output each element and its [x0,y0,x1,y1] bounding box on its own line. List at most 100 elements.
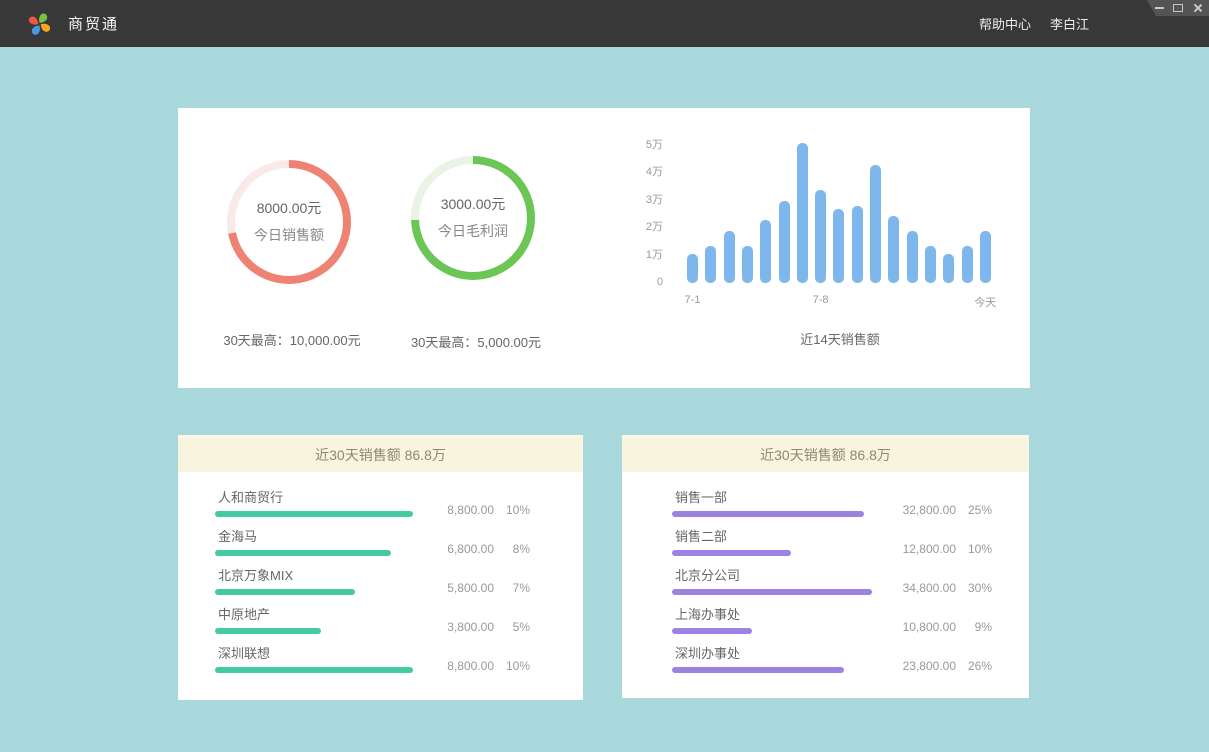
rank-row: 人和商贸行8,800.0010% [215,489,530,528]
sales-bar [724,231,735,283]
window-controls [1147,0,1209,16]
y-axis-label: 5万 [623,138,663,152]
rank-row: 深圳联想8,800.0010% [215,645,530,684]
rank-row: 北京分公司34,800.0030% [672,567,992,606]
today-sales-value: 8000.00元 [257,195,322,222]
rank-row-percent: 10% [956,542,992,556]
rank-row-values: 10,800.009% [884,620,992,634]
rank-row-values: 6,800.008% [422,542,530,556]
rank-row-amount: 10,800.00 [884,620,956,634]
rank-row-bar [672,667,844,673]
rank-row-percent: 30% [956,581,992,595]
rank-row-bar [215,667,413,673]
rank-row-percent: 25% [956,503,992,517]
y-axis-label: 3万 [623,193,663,207]
department-sales-rank-card: 近30天销售额 86.8万 销售一部32,800.0025%销售二部12,800… [622,435,1029,698]
sales-30day-max: 30天最高：10,000.00元 [192,330,392,349]
rank-row-values: 8,800.0010% [422,659,530,673]
rank-row: 销售二部12,800.0010% [672,528,992,567]
rank-row-values: 32,800.0025% [884,503,992,517]
sales-bar [870,165,881,283]
sales-bar [907,231,918,283]
y-axis-label: 4万 [623,165,663,179]
today-profit-donut-chart: 3000.00元 今日毛利润 [411,156,535,280]
close-icon[interactable] [1192,3,1202,13]
sales-bar [833,209,844,283]
today-sales-label: 今日销售额 [254,222,324,249]
rank-row: 金海马6,800.008% [215,528,530,567]
rank-row-values: 5,800.007% [422,581,530,595]
rank-row-values: 8,800.0010% [422,503,530,517]
sales-bar [962,246,973,283]
rank-row: 中原地产3,800.005% [215,606,530,645]
today-sales-donut-chart: 8000.00元 今日销售额 [227,160,351,284]
rank-row-percent: 5% [494,620,530,634]
titlebar-links: 帮助中心 李白江 [979,0,1089,47]
sales-bar [687,254,698,283]
pinwheel-logo-icon [26,10,53,37]
rank-row-bar [672,589,872,595]
sales-bar [852,206,863,283]
rank-row-bar [672,628,752,634]
sales-bar [797,143,808,283]
rank-row-percent: 10% [494,503,530,517]
x-axis-label: 7-8 [791,294,851,306]
rank-row: 上海办事处10,800.009% [672,606,992,645]
donut-center-text: 8000.00元 今日销售额 [227,160,351,284]
sales-bar [760,220,771,283]
rank-row-bar [215,511,413,517]
y-axis-label: 0 [623,275,663,289]
rank-row: 深圳办事处23,800.0026% [672,645,992,684]
rank-row-percent: 8% [494,542,530,556]
rank-row-values: 3,800.005% [422,620,530,634]
sales-bar [779,201,790,283]
profit-30day-max: 30天最高：5,000.00元 [376,332,576,351]
sales-bar [815,190,826,283]
rank-row-amount: 12,800.00 [884,542,956,556]
maximize-icon[interactable] [1173,4,1183,12]
sales-bar-chart [687,136,993,283]
sales-bar [980,231,991,283]
rank-row-values: 12,800.0010% [884,542,992,556]
rank-row-percent: 26% [956,659,992,673]
rank-row-bar [215,550,391,556]
today-profit-value: 3000.00元 [441,191,506,218]
help-center-link[interactable]: 帮助中心 [979,14,1031,33]
x-axis-label: 今天 [955,294,1015,310]
card-body: 销售一部32,800.0025%销售二部12,800.0010%北京分公司34,… [622,472,1029,684]
bar-chart-title: 近14天销售额 [687,329,993,348]
rank-row-values: 23,800.0026% [884,659,992,673]
customer-sales-rank-card: 近30天销售额 86.8万 人和商贸行8,800.0010%金海马6,800.0… [178,435,583,700]
rank-row-bar [672,511,864,517]
username-link[interactable]: 李白江 [1050,14,1089,33]
rank-row-amount: 8,800.00 [422,659,494,673]
x-axis-label: 7-1 [663,294,723,306]
rank-row-percent: 10% [494,659,530,673]
card-title: 近30天销售额 86.8万 [178,435,583,472]
sales-bar [888,216,899,283]
minimize-icon[interactable] [1155,7,1164,9]
rank-row-amount: 6,800.00 [422,542,494,556]
card-body: 人和商贸行8,800.0010%金海马6,800.008%北京万象MIX5,80… [178,472,583,684]
sales-bar [705,246,716,283]
rank-row-amount: 32,800.00 [884,503,956,517]
sales-bar [742,246,753,283]
rank-row-bar [215,589,355,595]
y-axis-label: 1万 [623,248,663,262]
rank-row-values: 34,800.0030% [884,581,992,595]
overview-card: 8000.00元 今日销售额 30天最高：10,000.00元 3000.00元… [178,108,1030,388]
rank-row-bar [215,628,321,634]
card-title: 近30天销售额 86.8万 [622,435,1029,472]
rank-row-amount: 5,800.00 [422,581,494,595]
rank-row: 销售一部32,800.0025% [672,489,992,528]
rank-row-amount: 3,800.00 [422,620,494,634]
rank-row: 北京万象MIX5,800.007% [215,567,530,606]
rank-row-percent: 9% [956,620,992,634]
rank-row-percent: 7% [494,581,530,595]
rank-row-amount: 8,800.00 [422,503,494,517]
app-title: 商贸通 [68,0,119,47]
rank-row-amount: 34,800.00 [884,581,956,595]
sales-bar [943,254,954,283]
rank-row-bar [672,550,791,556]
donut-center-text: 3000.00元 今日毛利润 [411,156,535,280]
